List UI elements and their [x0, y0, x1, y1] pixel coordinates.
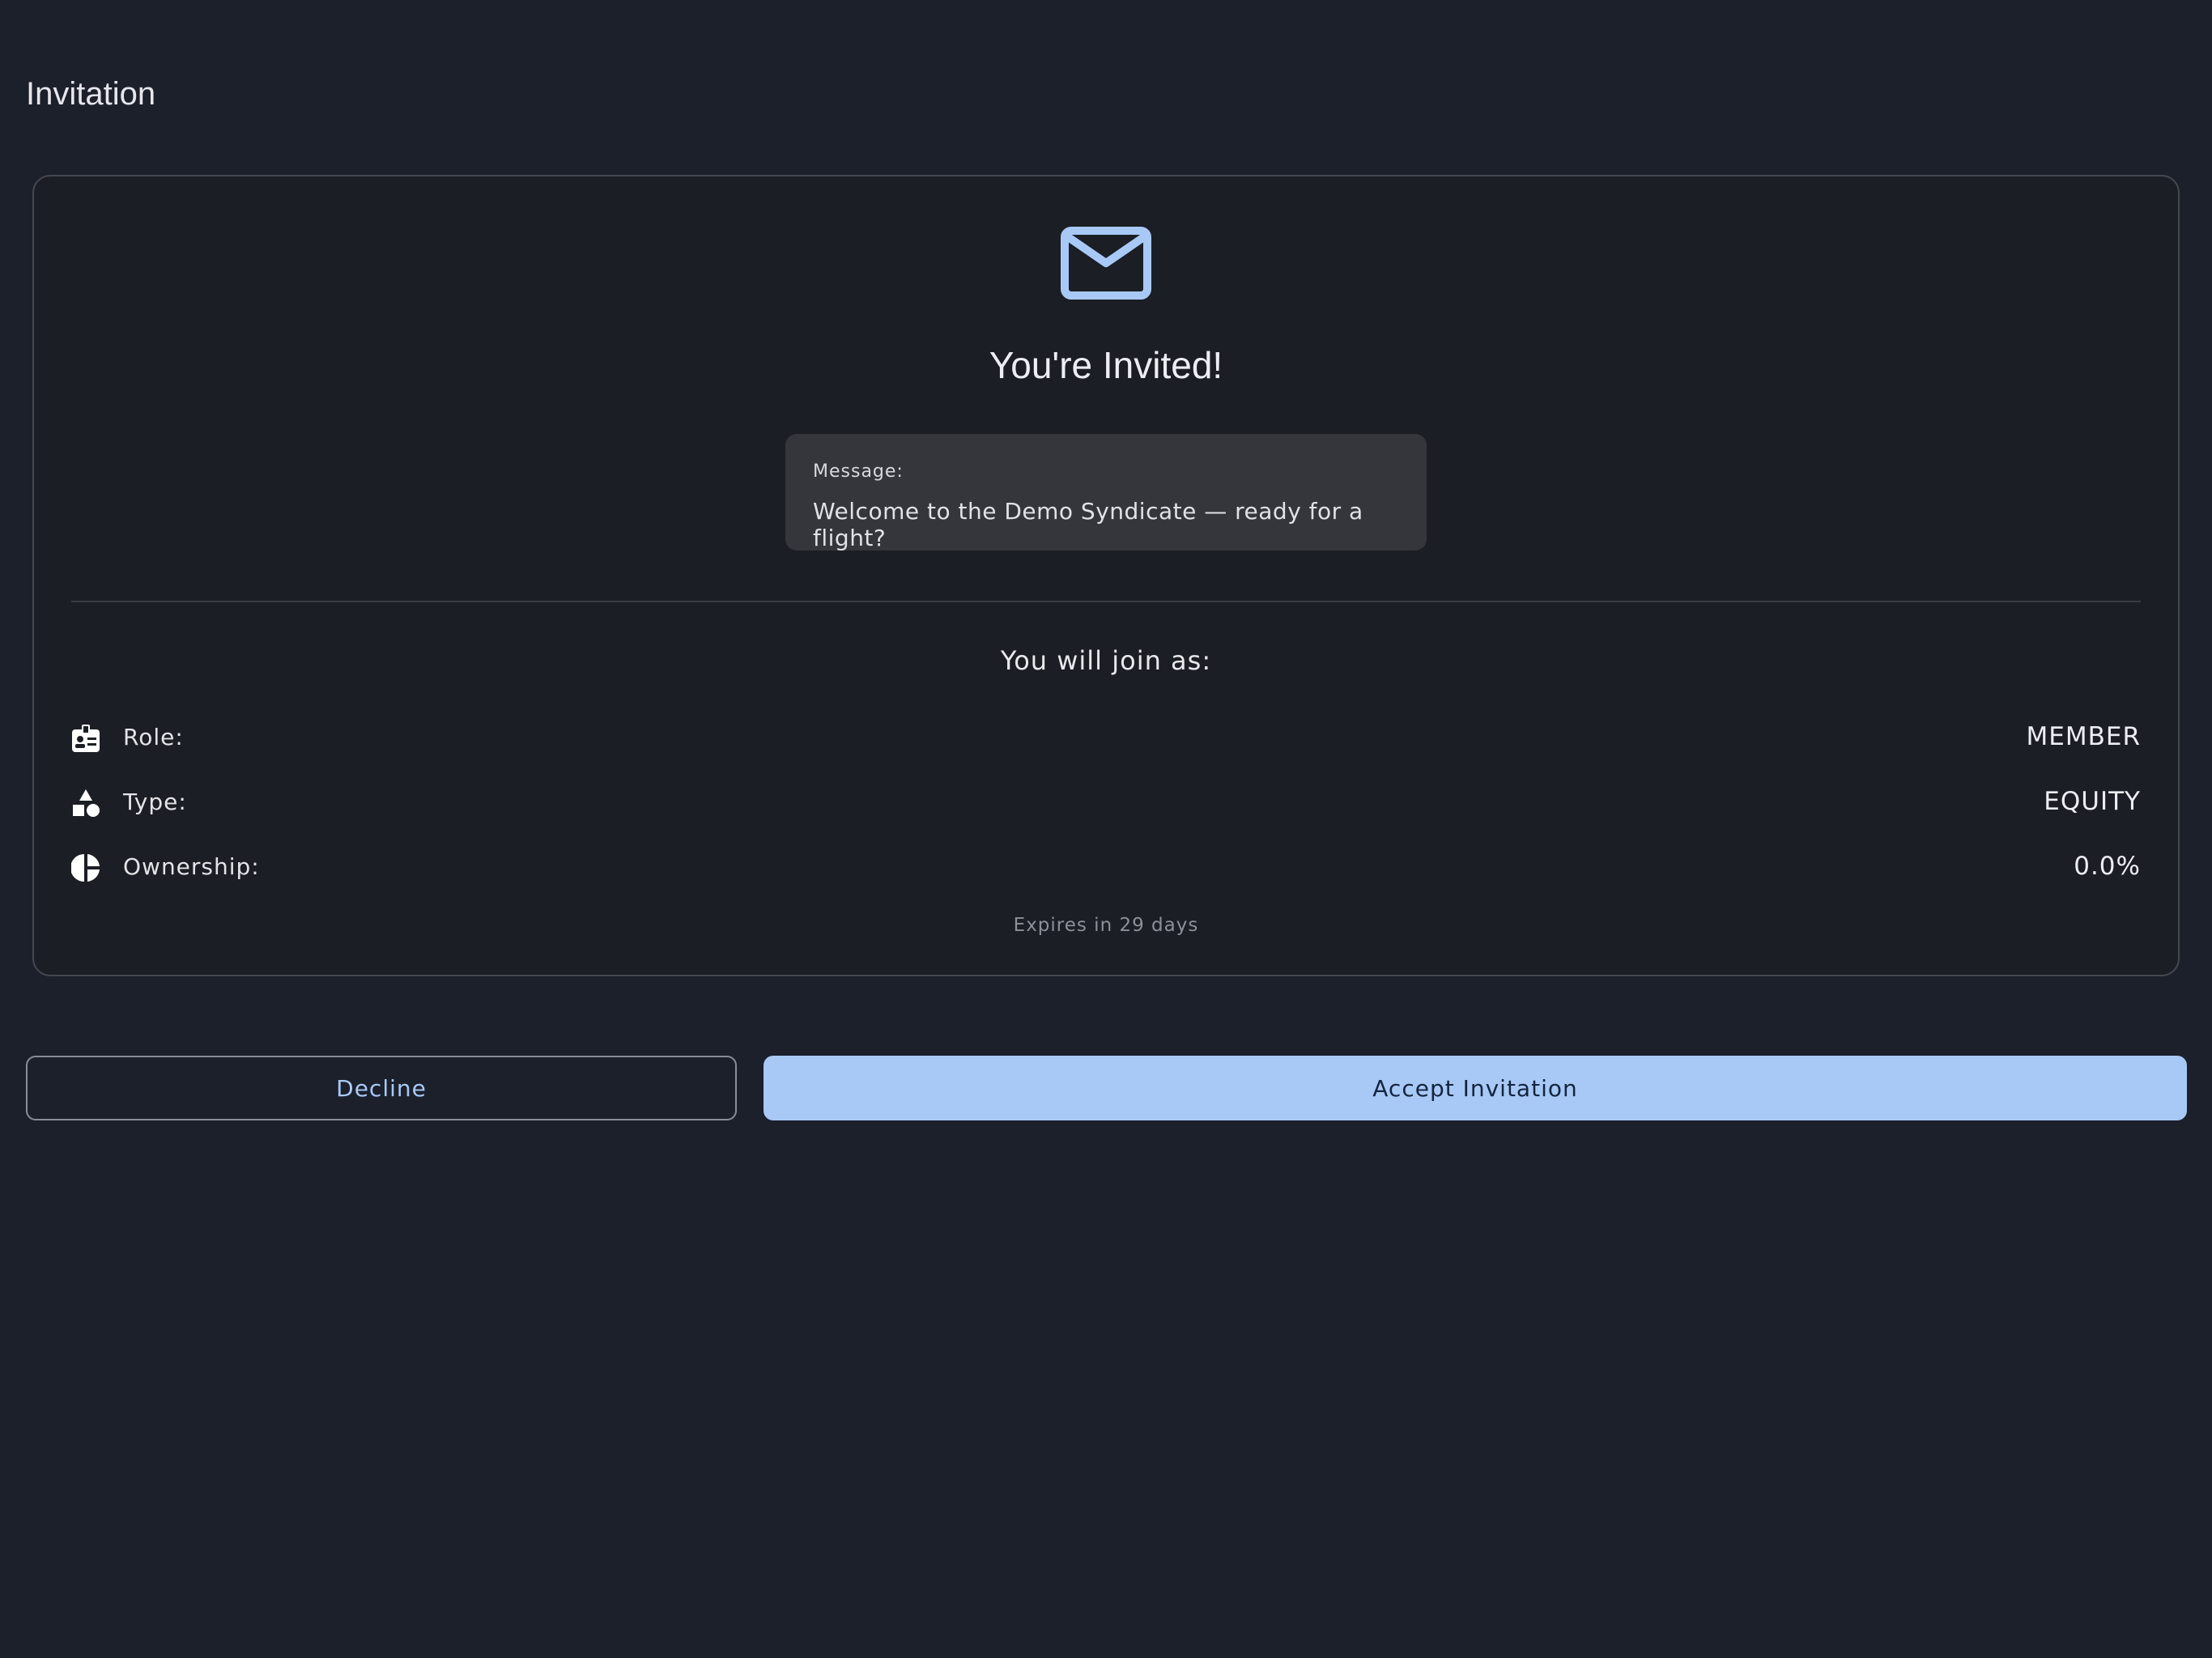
message-label: Message:: [813, 461, 904, 482]
shapes-icon: [73, 789, 100, 817]
type-value: EQUITY: [2044, 787, 2141, 816]
message-text: Welcome to the Demo Syndicate — ready fo…: [813, 498, 1363, 551]
badge-icon: [72, 725, 100, 752]
mail-icon: [1061, 227, 1151, 300]
ownership-label: Ownership:: [123, 853, 260, 880]
accept-invitation-button[interactable]: Accept Invitation: [764, 1056, 2187, 1120]
detail-row-type: Type: EQUITY: [71, 787, 2141, 819]
type-label: Type:: [123, 789, 187, 815]
invited-title: You're Invited!: [989, 344, 1223, 386]
decline-button[interactable]: Decline: [26, 1056, 737, 1120]
message-box: Message: Welcome to the Demo Syndicate —…: [785, 434, 1427, 551]
role-label: Role:: [123, 724, 184, 750]
page-title: Invitation: [26, 76, 156, 112]
join-heading: You will join as:: [1000, 645, 1212, 676]
divider: [71, 601, 2141, 602]
role-value: MEMBER: [2026, 722, 2141, 751]
detail-row-role: Role: MEMBER: [71, 722, 2141, 755]
expires-text: Expires in 29 days: [1013, 915, 1199, 936]
pie-chart-icon: [71, 854, 100, 882]
invitation-page: Invitation You're Invited! Message: Welc…: [0, 0, 2212, 1658]
ownership-value: 0.0%: [2074, 852, 2141, 881]
detail-row-ownership: Ownership: 0.0%: [71, 852, 2141, 884]
